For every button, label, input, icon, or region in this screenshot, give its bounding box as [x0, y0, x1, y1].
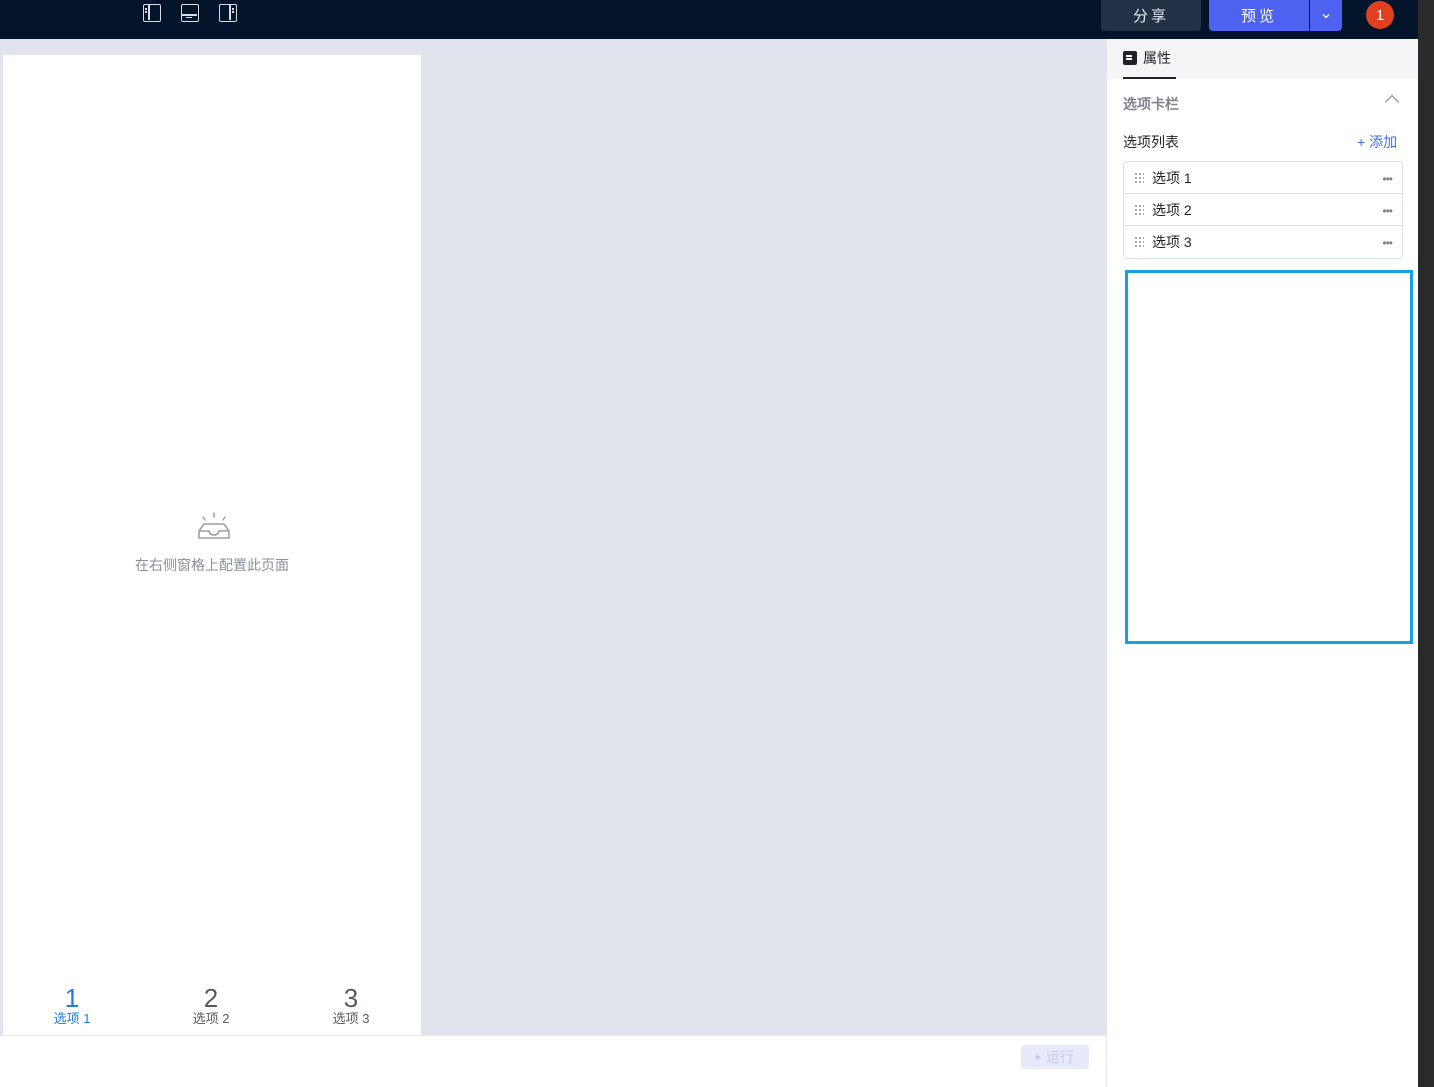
drag-handle-icon[interactable] — [1134, 236, 1144, 248]
tab-number: 2 — [203, 983, 219, 1013]
option-label: 选项 3 — [1152, 234, 1192, 250]
layout-right-panel-icon[interactable] — [219, 4, 237, 22]
run-label: 运行 — [1046, 1049, 1074, 1065]
share-button[interactable]: 分享 — [1101, 0, 1201, 31]
preview-dropdown-button[interactable] — [1310, 0, 1342, 31]
canvas-area: 在右侧窗格上配置此页面 1 选项 1 2 选项 2 3 选项 3 — [0, 39, 1106, 1035]
more-icon[interactable]: ••• — [1382, 204, 1393, 218]
options-list-label: 选项列表 — [1123, 134, 1179, 150]
run-button[interactable]: 运行 — [1021, 1045, 1089, 1069]
bottom-bar: 运行 — [0, 1035, 1106, 1087]
tab-label: 选项 3 — [332, 1011, 370, 1026]
tab-properties-label: 属性 — [1143, 50, 1171, 66]
chevron-down-icon — [1322, 13, 1330, 18]
tab-label: 选项 2 — [192, 1011, 230, 1026]
options-list: 选项 1 ••• 选项 2 ••• 选项 3 ••• — [1123, 161, 1403, 259]
top-bar: 分享 预览 1 — [0, 0, 1418, 39]
window-edge — [1418, 0, 1434, 1087]
avatar[interactable]: 1 — [1366, 1, 1394, 29]
panel-tabs: 属性 — [1107, 39, 1419, 79]
layout-left-panel-icon[interactable] — [143, 4, 161, 22]
tab-number: 1 — [64, 983, 80, 1013]
inbox-icon — [198, 512, 230, 539]
section-title: 选项卡栏 — [1123, 96, 1179, 112]
properties-panel: 属性 选项卡栏 选项列表 + 添加 选项 1 ••• 选项 2 ••• 选项 3… — [1106, 39, 1419, 1087]
add-option-button[interactable]: + 添加 — [1357, 132, 1397, 152]
tab-properties[interactable]: 属性 — [1123, 39, 1176, 79]
more-icon[interactable]: ••• — [1382, 172, 1393, 186]
tabbar-item-3[interactable]: 3 选项 3 — [311, 985, 391, 1027]
chevron-up-icon[interactable] — [1384, 94, 1400, 110]
layout-bottom-panel-icon[interactable] — [181, 4, 199, 22]
properties-icon — [1123, 51, 1137, 65]
tab-label: 选项 1 — [53, 1011, 91, 1026]
option-row[interactable]: 选项 3 ••• — [1124, 226, 1402, 258]
play-icon — [1036, 1054, 1041, 1060]
drag-handle-icon[interactable] — [1134, 203, 1144, 216]
phone-preview[interactable]: 在右侧窗格上配置此页面 1 选项 1 2 选项 2 3 选项 3 — [3, 55, 421, 1035]
option-label: 选项 2 — [1152, 201, 1192, 218]
preview-button[interactable]: 预览 — [1209, 0, 1309, 31]
tabbar-item-2[interactable]: 2 选项 2 — [171, 985, 251, 1027]
more-icon[interactable]: ••• — [1382, 236, 1393, 250]
empty-state-text: 在右侧窗格上配置此页面 — [135, 557, 289, 573]
tab-number: 3 — [343, 983, 359, 1013]
option-row[interactable]: 选项 1 ••• — [1124, 162, 1402, 194]
option-label: 选项 1 — [1152, 169, 1192, 186]
option-row[interactable]: 选项 2 ••• — [1124, 194, 1402, 226]
drag-handle-icon[interactable] — [1134, 171, 1144, 184]
tabbar-item-1[interactable]: 1 选项 1 — [32, 985, 112, 1027]
highlight-selection-box — [1125, 270, 1413, 644]
